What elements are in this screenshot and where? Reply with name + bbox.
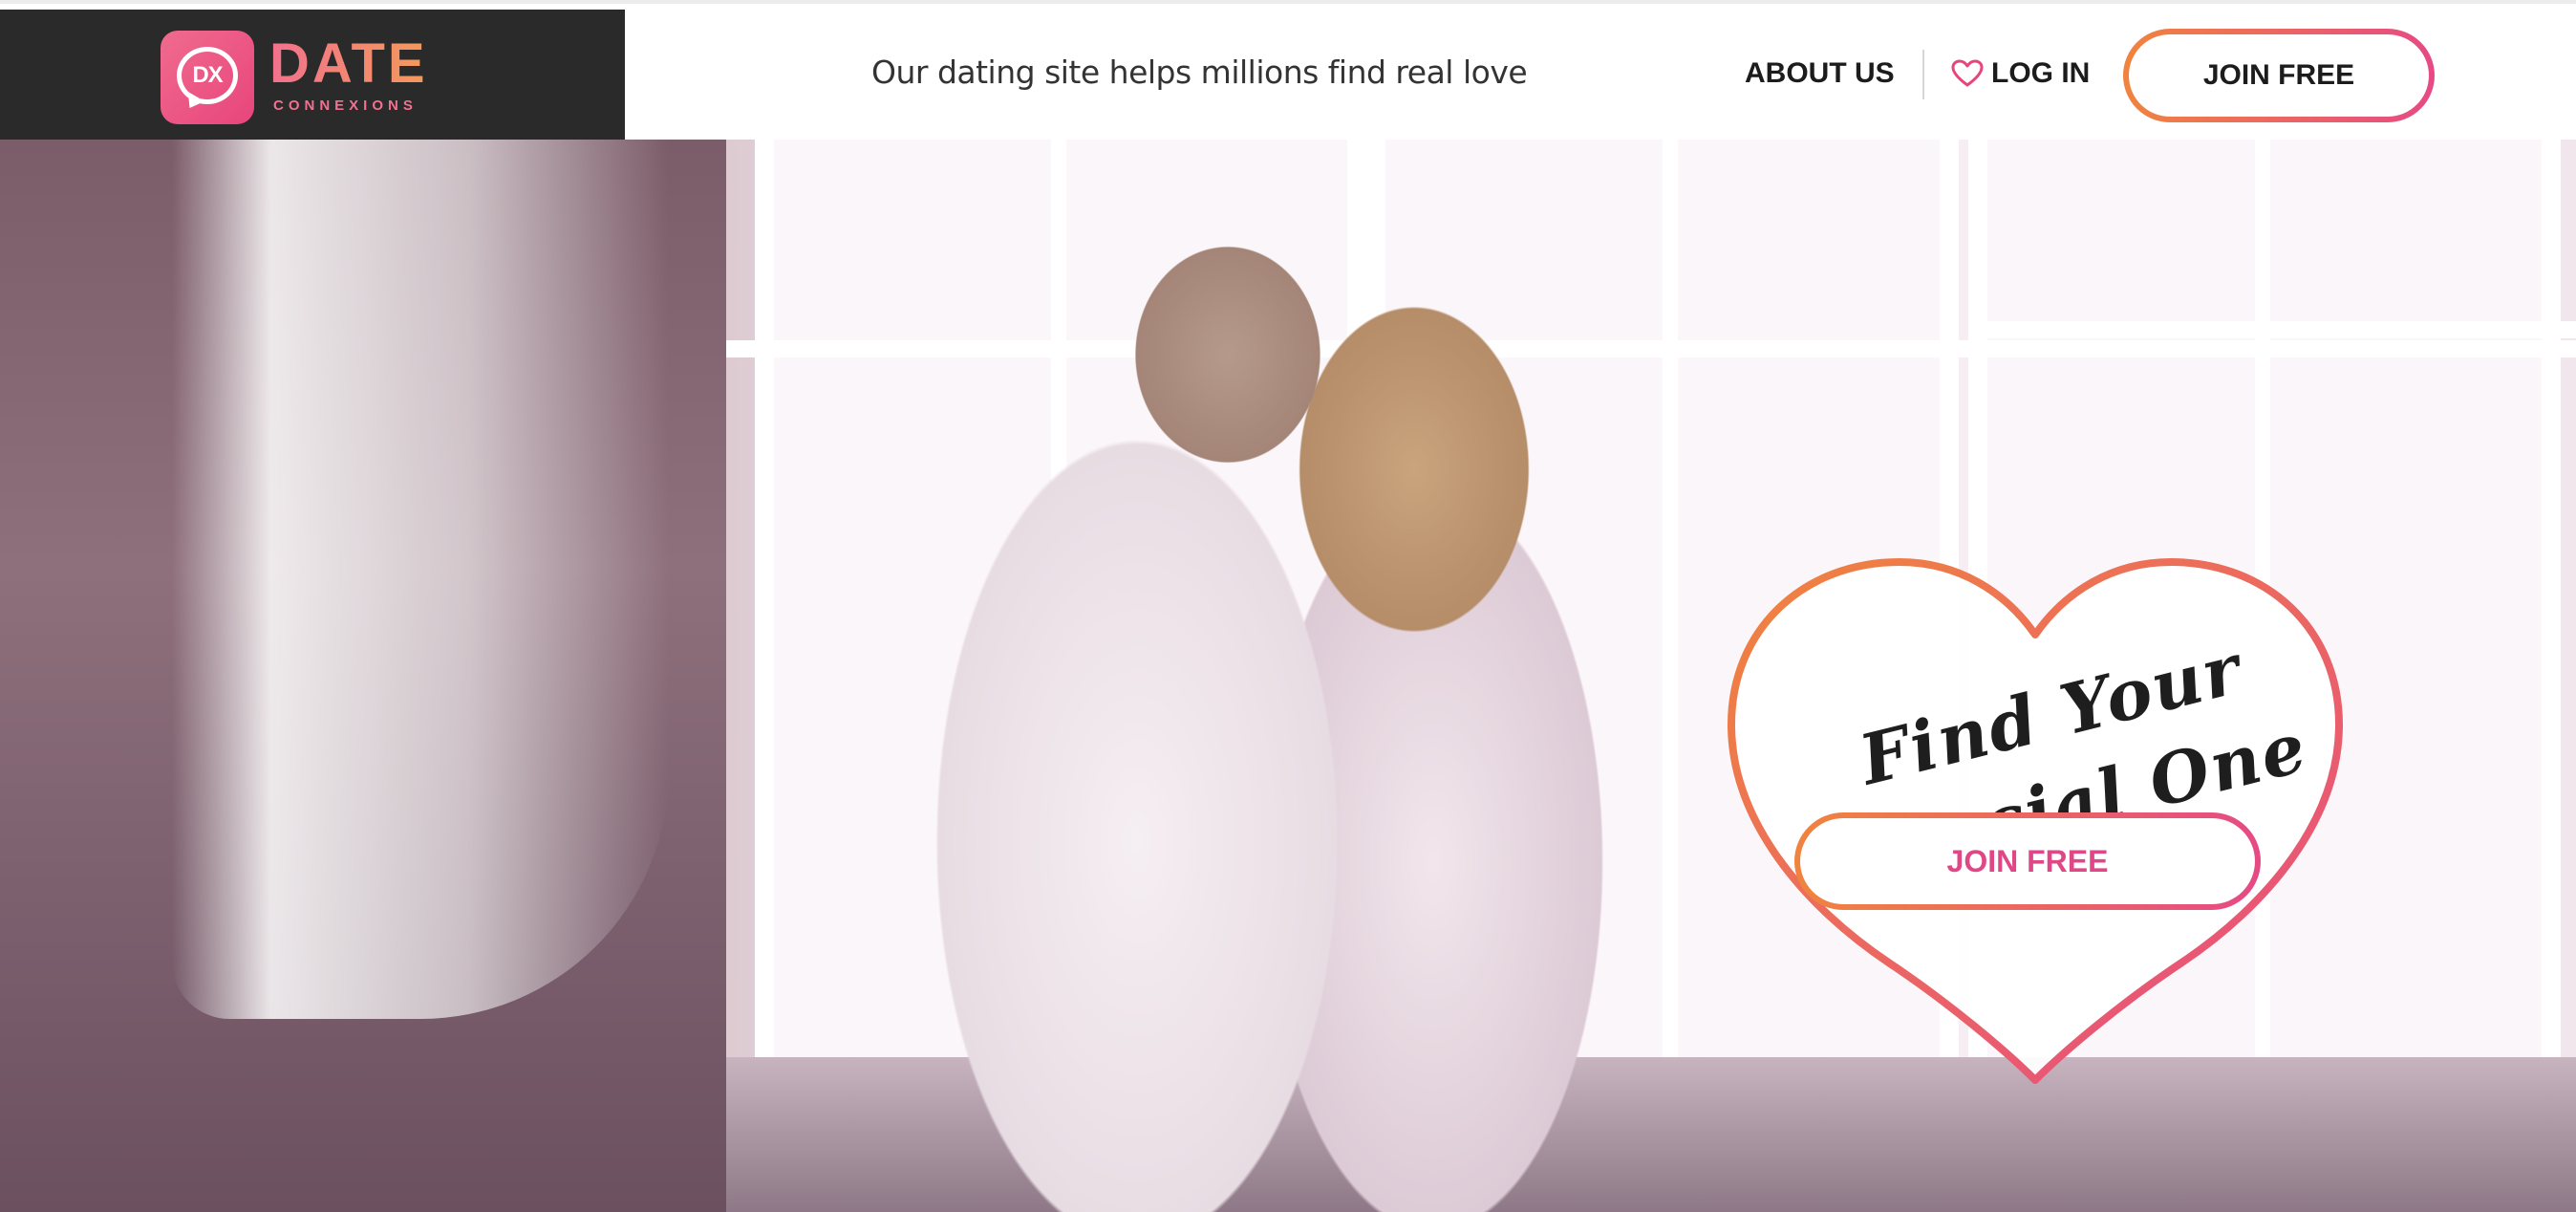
- join-free-label: JOIN FREE: [2129, 34, 2429, 117]
- logo[interactable]: DX DATE CONNEXIONS: [0, 10, 625, 143]
- logo-badge: DX: [161, 31, 254, 124]
- login-label: LOG IN: [1991, 57, 2091, 89]
- site-header: DX DATE CONNEXIONS Our dating site helps…: [0, 0, 2576, 143]
- heart-outline-icon: [1951, 59, 1984, 88]
- hero-banner: Find Your Special One JOIN FREE: [0, 140, 2576, 1212]
- about-us-link[interactable]: ABOUT US: [1745, 57, 1895, 90]
- chat-bubble-icon: DX: [177, 47, 238, 104]
- nav-divider: [1922, 50, 1924, 99]
- join-free-label: JOIN FREE: [1800, 818, 2255, 904]
- join-free-button-header[interactable]: JOIN FREE: [2123, 29, 2435, 122]
- logo-initials: DX: [192, 62, 223, 88]
- site-tagline: Our dating site helps millions find real…: [871, 54, 1528, 91]
- login-link[interactable]: LOG IN: [1951, 57, 2090, 90]
- sheer-curtain: [172, 140, 669, 1019]
- logo-wordmark: DATE: [269, 32, 428, 95]
- logo-subtitle: CONNEXIONS: [273, 97, 418, 114]
- couple-embracing-photo: [898, 230, 1758, 1212]
- join-free-button-hero[interactable]: JOIN FREE: [1794, 812, 2261, 910]
- window-transom: [1968, 321, 2576, 338]
